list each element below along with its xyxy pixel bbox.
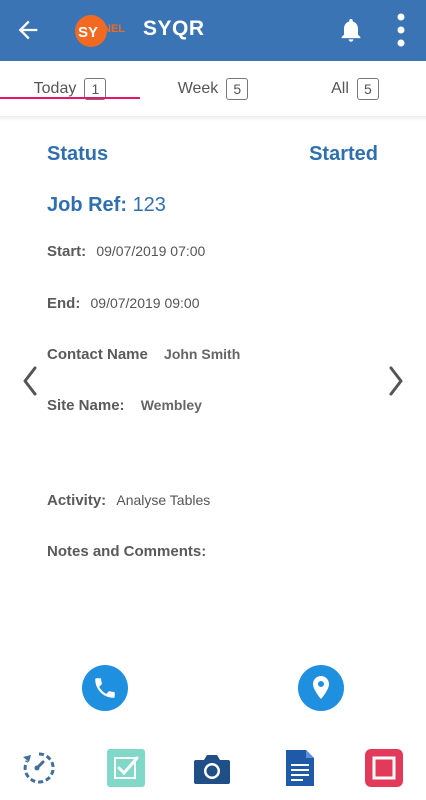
start-row: Start: 09/07/2019 07:00: [47, 243, 205, 260]
checkbox-icon[interactable]: [106, 748, 146, 788]
job-ref-label: Job Ref:: [47, 194, 127, 216]
activity-value: Analyse Tables: [116, 492, 211, 508]
camera-icon[interactable]: [192, 748, 232, 788]
stop-icon[interactable]: [364, 748, 404, 788]
tab-count: 5: [356, 77, 379, 100]
call-button[interactable]: [82, 665, 128, 711]
tab-today[interactable]: Today 1: [0, 61, 140, 116]
end-label: End:: [47, 295, 81, 312]
start-label: Start:: [47, 243, 87, 260]
svg-text:SY: SY: [78, 24, 98, 41]
tab-week[interactable]: Week 5: [142, 61, 284, 116]
synel-logo: SY NEL: [75, 15, 125, 47]
document-icon[interactable]: [280, 748, 320, 788]
app-bar: SY NEL SYQR: [0, 0, 426, 61]
app-title: SYQR: [143, 17, 205, 40]
bottom-toolbar: [0, 740, 426, 800]
divider: [0, 116, 426, 121]
job-ref: Job Ref: 123: [47, 194, 166, 217]
notes-label: Notes and Comments:: [47, 543, 207, 560]
bell-icon[interactable]: [337, 16, 365, 44]
map-pin-icon: [313, 676, 329, 699]
location-button[interactable]: [298, 665, 344, 711]
contact-row: Contact Name John Smith: [47, 346, 240, 363]
job-ref-value: 123: [132, 194, 166, 216]
site-value: Wembley: [140, 397, 202, 413]
activity-row: Activity: Analyse Tables: [47, 492, 210, 509]
chevron-left-icon[interactable]: [19, 364, 41, 398]
tab-label: All: [331, 79, 349, 97]
end-value: 09/07/2019 09:00: [90, 295, 200, 311]
end-row: End: 09/07/2019 09:00: [47, 295, 200, 312]
contact-value: John Smith: [164, 346, 241, 362]
back-arrow-icon[interactable]: [14, 16, 42, 44]
tab-all[interactable]: All 5: [284, 61, 426, 116]
svg-text:NEL: NEL: [103, 23, 125, 35]
tab-count: 5: [226, 77, 249, 100]
tab-bar: Today 1 Week 5 All 5: [0, 61, 426, 116]
refresh-icon[interactable]: [19, 748, 59, 788]
contact-label: Contact Name: [47, 346, 148, 363]
status-label: Status: [47, 143, 109, 165]
more-vert-icon[interactable]: [393, 12, 409, 48]
tab-label: Week: [177, 79, 219, 97]
notes-row: Notes and Comments:: [47, 543, 206, 560]
activity-label: Activity:: [47, 492, 107, 509]
status-value: Started: [309, 143, 378, 165]
site-label: Site Name:: [47, 397, 125, 414]
start-value: 09/07/2019 07:00: [96, 243, 206, 259]
phone-icon: [95, 678, 115, 698]
active-tab-indicator: [0, 97, 140, 99]
site-row: Site Name: Wembley: [47, 397, 202, 414]
chevron-right-icon[interactable]: [385, 364, 407, 398]
tab-label: Today: [33, 79, 77, 97]
